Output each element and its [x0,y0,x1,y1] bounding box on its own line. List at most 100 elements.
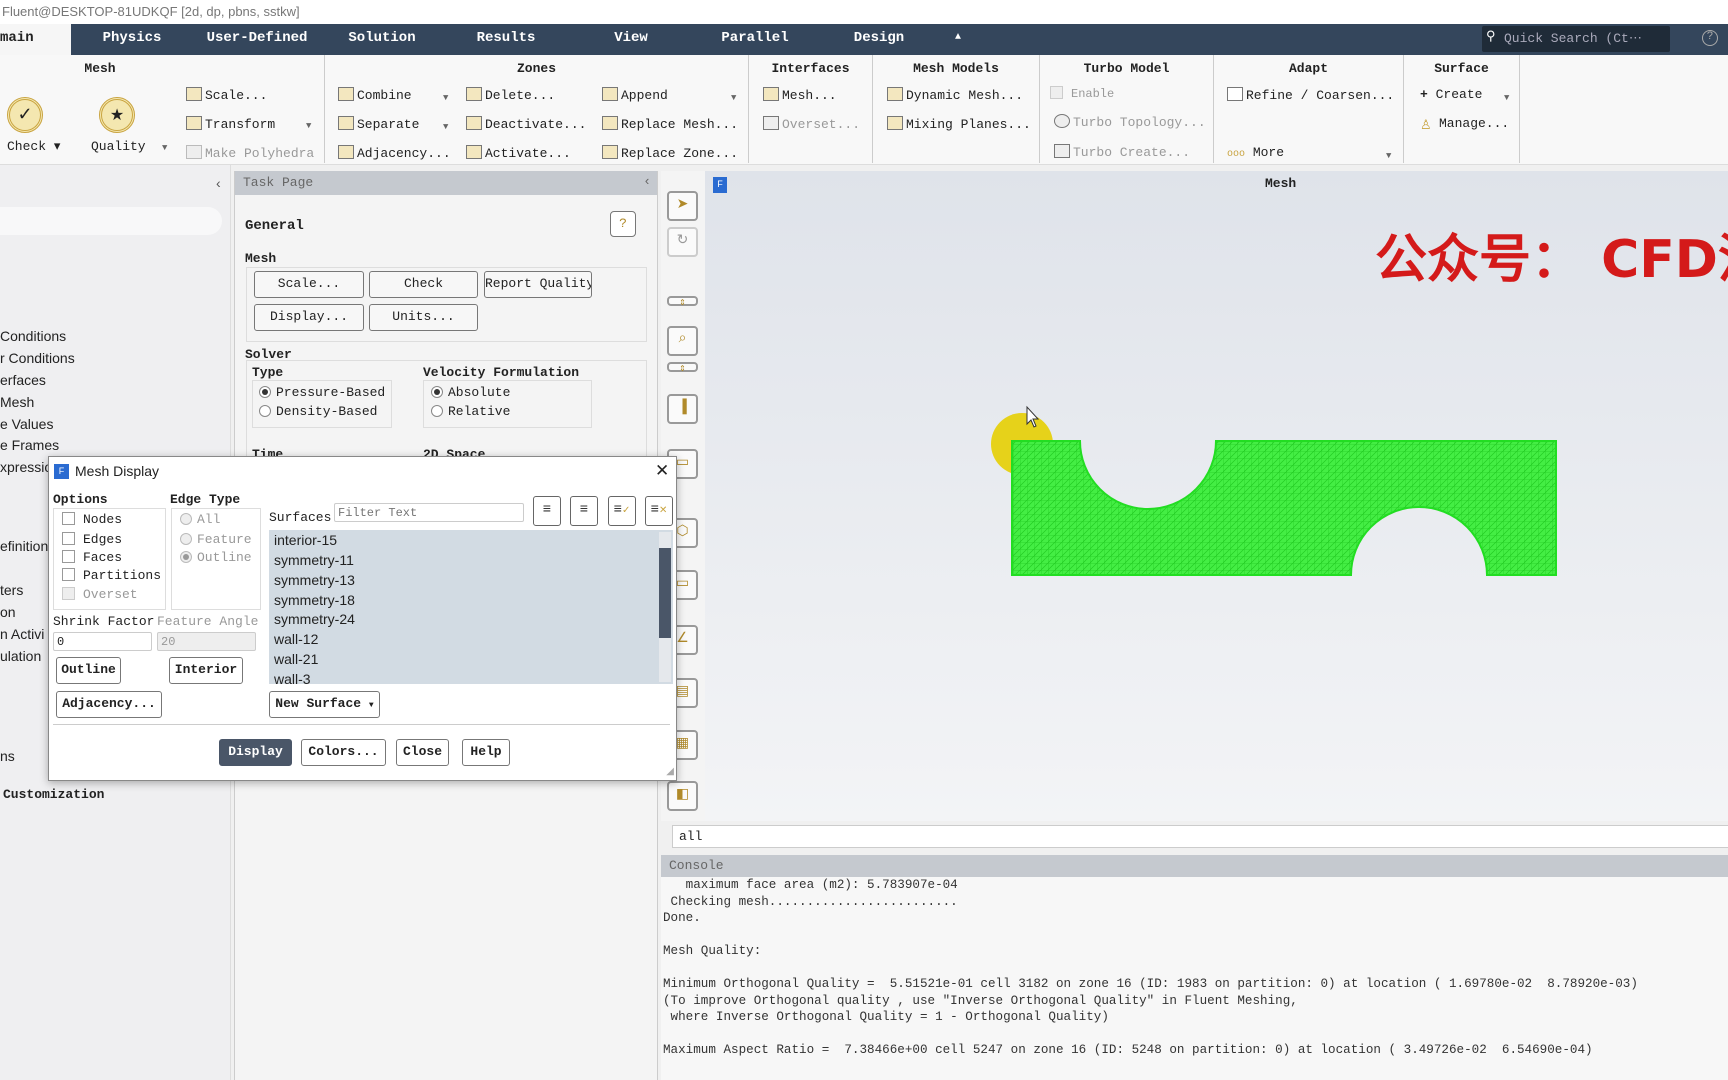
manage-surface-button[interactable]: ♙ Manage... [1420,116,1509,133]
scrollbar[interactable] [659,532,671,682]
scale-button[interactable]: Scale... [254,271,364,298]
replace-zone-button[interactable]: Replace Zone... [602,145,738,161]
display-button[interactable]: Display... [254,304,364,331]
adjacency-button[interactable]: Adjacency... [56,691,162,718]
new-surface-button[interactable]: New Surface ▼ [269,691,380,718]
tab-design[interactable]: Design [854,30,904,46]
tree-item[interactable]: efinition [0,538,48,554]
shrink-factor-input[interactable]: 0 [53,632,152,651]
scrollbar-thumb[interactable] [659,548,671,638]
chevron-down-icon[interactable]: ▼ [306,121,311,131]
window-icon[interactable]: ◧ [667,781,698,811]
collapse-ribbon-icon[interactable]: ▲ [955,32,961,43]
chevron-down-icon[interactable]: ▼ [162,143,167,153]
deactivate-button[interactable]: Deactivate... [466,116,586,132]
select-all-icon[interactable]: ≡ [533,496,561,526]
interior-button[interactable]: Interior [169,657,243,684]
delete-zone-button[interactable]: Delete... [466,87,555,103]
resize-grip-icon[interactable]: ◢ [666,766,674,778]
tab-results[interactable]: Results [477,30,536,46]
tree-item[interactable]: Mesh [0,394,34,410]
turbo-create-button[interactable]: Turbo Create... [1054,144,1190,160]
radio-all[interactable]: All [180,512,220,527]
surface-filter-input[interactable] [334,503,524,522]
tree-item[interactable]: e Values [0,416,53,432]
replace-mesh-button[interactable]: Replace Mesh... [602,116,738,132]
quality-button[interactable]: Quality [91,139,146,154]
tree-item[interactable]: e Frames [0,437,59,453]
chevron-down-icon[interactable]: ▼ [443,93,448,103]
combine-button[interactable]: Combine [338,87,412,103]
activate-button[interactable]: Activate... [466,145,571,161]
tab-physics[interactable]: Physics [103,30,162,46]
slider-handle-icon[interactable]: ⇕ [667,362,698,374]
list-item[interactable]: symmetry-11 [274,552,354,568]
deselect-all-icon[interactable]: ≡✕ [645,496,673,526]
tree-item[interactable]: n Activi [0,626,44,642]
collapse-icon[interactable]: ‹ [643,174,651,189]
report-quality-button[interactable]: Report Quality [484,271,592,298]
tree-item[interactable]: Conditions [0,328,66,344]
radio-absolute[interactable]: Absolute [431,385,510,400]
display-button[interactable]: Display [219,739,292,766]
tree-search-input[interactable] [0,207,222,235]
list-item[interactable]: symmetry-18 [274,592,355,608]
quick-search-input[interactable]: ⚲ Quick Search (Ct⋯ [1482,26,1670,52]
radio-pressure-based[interactable]: Pressure-Based [259,385,385,400]
help-icon[interactable]: ? [610,211,636,237]
slider-handle-icon[interactable]: ⇕ [667,296,698,308]
chevron-down-icon[interactable]: ▼ [443,122,448,132]
list-item[interactable]: wall-21 [274,651,318,667]
tree-item[interactable]: ns [0,748,15,764]
radio-feature[interactable]: Feature [180,532,252,547]
tree-item[interactable]: on [0,604,16,620]
list-item[interactable]: symmetry-24 [274,611,355,627]
check-list-icon[interactable]: ≡✓ [608,496,636,526]
scale-button[interactable]: Scale... [186,87,267,103]
make-polyhedra-button[interactable]: Make Polyhedra [186,145,314,161]
edges-checkbox[interactable]: Edges [62,532,122,547]
append-button[interactable]: Append [602,87,668,103]
mesh-interfaces-button[interactable]: Mesh... [763,87,837,103]
view-options-icon[interactable]: ▐ [667,394,698,424]
help-icon[interactable]: ? [1702,30,1718,46]
tab-solution[interactable]: Solution [348,30,415,46]
list-item[interactable]: wall-3 [274,671,311,684]
radio-outline[interactable]: Outline [180,550,252,565]
surfaces-list[interactable]: interior-15 symmetry-11 symmetry-13 symm… [269,530,673,684]
tree-item-customization[interactable]: Customization [3,787,104,802]
faces-checkbox[interactable]: Faces [62,550,122,565]
collapse-panel-icon[interactable]: ‹ [216,175,221,191]
nodes-checkbox[interactable]: Nodes [62,512,122,527]
check-button[interactable]: Check ▾ [7,139,60,154]
partitions-checkbox[interactable]: Partitions [62,568,161,583]
dynamic-mesh-button[interactable]: Dynamic Mesh... [887,87,1023,103]
graphics-window[interactable]: F Mesh 公众号： CFD流 [705,171,1728,821]
overset-checkbox[interactable]: Overset [62,587,138,602]
console-output[interactable]: maximum face area (m2): 5.783907e-04 Che… [661,877,1728,1080]
overset-button[interactable]: Overset... [763,116,860,132]
close-icon[interactable]: ✕ [655,461,669,481]
chevron-down-icon[interactable]: ▼ [1386,151,1391,161]
select-pointer-icon[interactable]: ➤ [667,191,698,221]
outline-button[interactable]: Outline [56,657,121,684]
close-button[interactable]: Close [396,739,449,766]
tree-item[interactable]: r Conditions [0,350,75,366]
group-select-icon[interactable]: ≡ [570,496,598,526]
radio-relative[interactable]: Relative [431,404,510,419]
zoom-fit-icon[interactable]: ⌕ [667,326,698,356]
turbo-topology-button[interactable]: Turbo Topology... [1054,114,1206,130]
tree-item[interactable]: ulation [0,648,41,664]
adapt-more-button[interactable]: ooo More [1227,145,1284,160]
list-item[interactable]: symmetry-13 [274,572,355,588]
colors-button[interactable]: Colors... [301,739,386,766]
transform-button[interactable]: Transform [186,116,275,132]
turbo-enable-checkbox[interactable]: Enable [1050,86,1114,101]
tab-domain[interactable]: main [0,24,71,55]
check-button[interactable]: Check [369,271,478,298]
list-item[interactable]: wall-12 [274,631,318,647]
tree-item[interactable]: xpressio [0,459,52,475]
chevron-down-icon[interactable]: ▼ [1504,93,1509,103]
tab-user-defined[interactable]: User-Defined [207,30,308,46]
quality-icon[interactable]: ★ [99,97,135,133]
